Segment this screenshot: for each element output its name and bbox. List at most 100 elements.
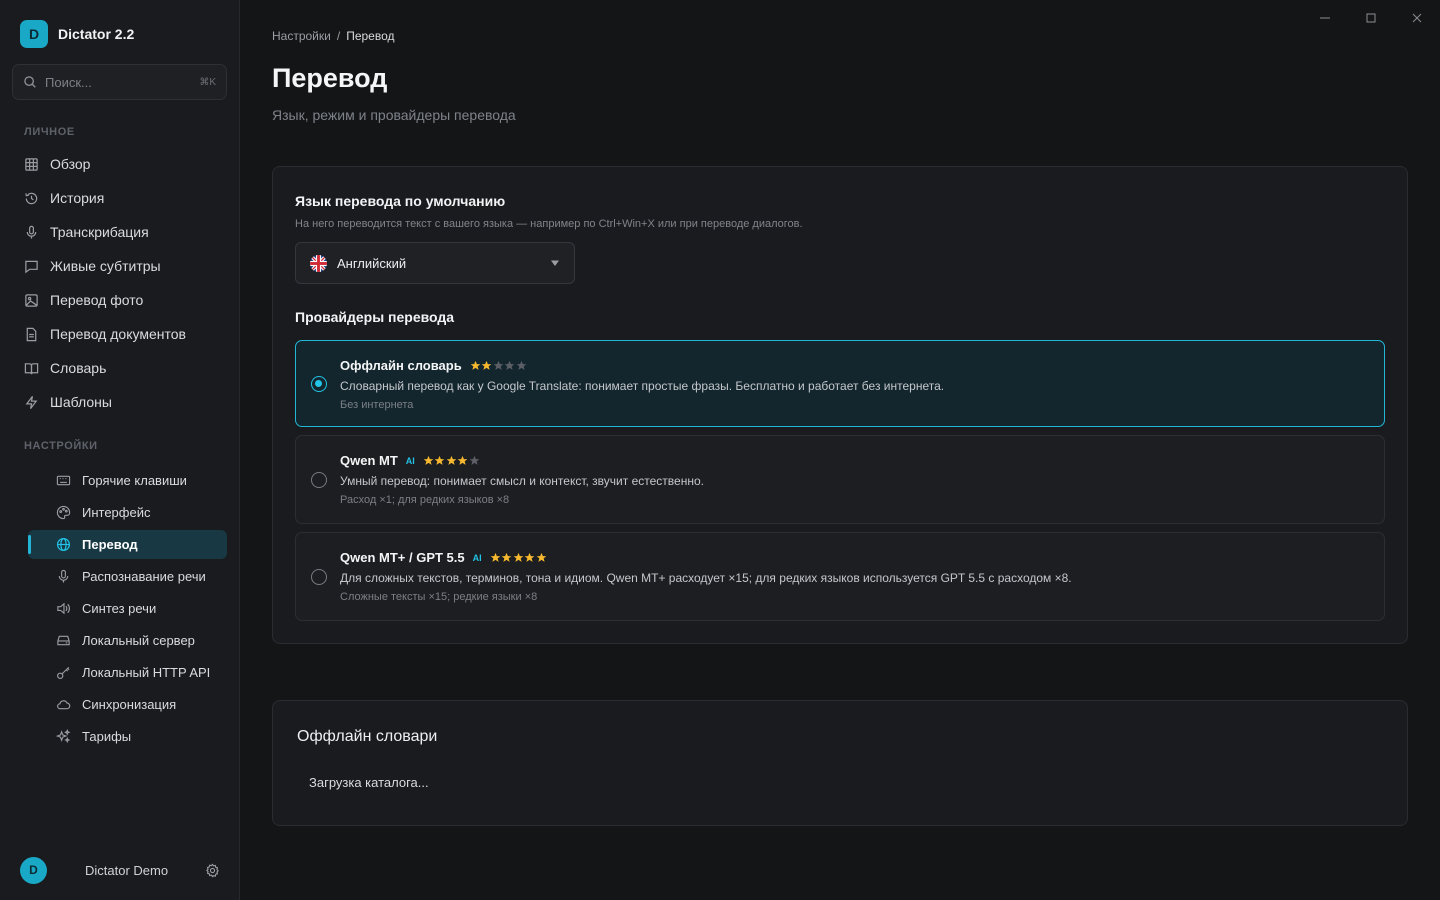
- sidebar-item-label: Перевод документов: [50, 326, 186, 342]
- section-title-settings: НАСТРОЙКИ: [24, 440, 98, 452]
- provider-radio[interactable]: [311, 568, 327, 585]
- sidebar-item-templates[interactable]: Шаблоны: [12, 385, 227, 419]
- provider-description: Умный перевод: понимает смысл и контекст…: [340, 474, 704, 488]
- avatar: D: [20, 856, 47, 884]
- star-filled-icon: [490, 552, 500, 562]
- sidebar-item-document-translation[interactable]: Перевод документов: [12, 317, 227, 351]
- provider-option-offline-dictionary[interactable]: Оффлайн словарь Словарный перевод как у …: [295, 340, 1385, 427]
- close-icon: [1412, 13, 1422, 23]
- breadcrumb-current: Перевод: [346, 29, 395, 43]
- section-title-personal: ЛИЧНОЕ: [24, 126, 75, 138]
- sidebar-item-speech-synthesis[interactable]: Синтез речи: [28, 594, 227, 623]
- sidebar-item-translation[interactable]: Перевод: [28, 530, 227, 559]
- default-language-hint: На него переводится текст с вашего языка…: [295, 218, 803, 230]
- app-logo: D: [20, 20, 48, 48]
- star-filled-icon: [501, 552, 512, 562]
- star-empty-icon: [493, 360, 504, 370]
- sidebar-item-transcription[interactable]: Транскрибация: [12, 215, 227, 249]
- microphone-icon: [26, 225, 37, 239]
- sidebar-item-hotkeys[interactable]: Горячие клавиши: [28, 466, 227, 495]
- sidebar-item-photo-translation[interactable]: Перевод фото: [12, 283, 227, 317]
- star-filled-icon: [524, 552, 535, 562]
- sidebar-item-label: Локальный HTTP API: [82, 665, 211, 680]
- personal-nav: Обзор История Транскрибация Живые субтит…: [12, 147, 227, 419]
- provider-meta: Расход ×1; для редких языков ×8: [340, 494, 510, 506]
- provider-title: Qwen MT: [340, 453, 398, 468]
- palette-icon: [56, 505, 71, 520]
- sidebar-item-local-server[interactable]: Локальный сервер: [28, 626, 227, 655]
- grid-icon: [25, 157, 38, 171]
- brand: D Dictator 2.2: [20, 20, 134, 48]
- sidebar: D Dictator 2.2 Поиск... ⌘K ЛИЧНОЕ Обзор …: [0, 0, 240, 900]
- sidebar-item-label: Синтез речи: [82, 601, 157, 616]
- maximize-button[interactable]: [1361, 10, 1381, 26]
- provider-description: Для сложных текстов, терминов, тона и ид…: [340, 571, 1072, 585]
- book-icon: [24, 362, 39, 374]
- globe-icon: [56, 537, 71, 552]
- user-profile[interactable]: D Dictator Demo: [20, 856, 220, 884]
- search-input[interactable]: Поиск... ⌘K: [12, 64, 227, 100]
- keyboard-icon: [56, 475, 71, 486]
- offline-dictionaries-card: Оффлайн словари Загрузка каталога...: [272, 700, 1408, 826]
- sidebar-item-sync[interactable]: Синхронизация: [28, 690, 227, 719]
- sidebar-item-label: Интерфейс: [82, 505, 151, 520]
- provider-meta: Сложные тексты ×15; редкие языки ×8: [340, 591, 538, 603]
- star-filled-icon: [481, 360, 492, 370]
- search-placeholder: Поиск...: [45, 74, 92, 90]
- sidebar-item-pricing[interactable]: Тарифы: [28, 722, 227, 751]
- provider-option-qwen-mt[interactable]: Qwen MT AI Умный перевод: понимает смысл…: [295, 435, 1385, 524]
- maximize-icon: [1366, 13, 1376, 23]
- star-filled-icon: [470, 360, 481, 370]
- breadcrumb-parent[interactable]: Настройки: [272, 29, 331, 43]
- provider-radio[interactable]: [311, 375, 327, 392]
- sidebar-item-label: Синхронизация: [82, 697, 177, 712]
- sidebar-item-live-subtitles[interactable]: Живые субтитры: [12, 249, 227, 283]
- user-name: Dictator Demo: [85, 862, 169, 878]
- minimize-icon: [1320, 17, 1330, 19]
- provider-meta: Без интернета: [340, 399, 414, 411]
- close-button[interactable]: [1407, 10, 1427, 26]
- sidebar-item-label: Словарь: [50, 360, 107, 376]
- sidebar-item-label: Локальный сервер: [82, 633, 195, 648]
- default-language-select[interactable]: Английский: [295, 242, 575, 284]
- provider-header: Qwen MT AI: [340, 453, 480, 468]
- rating-stars: [490, 552, 548, 563]
- sidebar-item-label: Перевод фото: [50, 292, 144, 308]
- sidebar-item-interface[interactable]: Интерфейс: [28, 498, 227, 527]
- star-filled-icon: [434, 455, 445, 465]
- provider-option-qwen-mt-plus-gpt[interactable]: Qwen MT+ / GPT 5.5 AI Для сложных тексто…: [295, 532, 1385, 621]
- provider-radio[interactable]: [311, 471, 327, 488]
- gear-icon[interactable]: [205, 862, 220, 878]
- ai-badge: AI: [405, 455, 415, 466]
- sidebar-item-dictionary[interactable]: Словарь: [12, 351, 227, 385]
- microphone-icon: [58, 569, 69, 583]
- sidebar-item-local-http-api[interactable]: Локальный HTTP API: [28, 658, 227, 687]
- provider-header: Qwen MT+ / GPT 5.5 AI: [340, 550, 547, 565]
- star-empty-icon: [516, 360, 527, 370]
- sidebar-item-label: Обзор: [50, 156, 91, 172]
- sidebar-item-speech-recognition[interactable]: Распознавание речи: [28, 562, 227, 591]
- sidebar-item-overview[interactable]: Обзор: [12, 147, 227, 181]
- breadcrumb-separator: /: [336, 29, 341, 43]
- speaker-icon: [57, 602, 70, 615]
- default-language-value: Английский: [337, 255, 407, 271]
- key-icon: [57, 666, 70, 679]
- catalog-loading-status: Загрузка каталога...: [309, 775, 429, 790]
- breadcrumb: Настройки / Перевод: [272, 29, 395, 43]
- sidebar-item-label: История: [50, 190, 105, 206]
- provider-description: Словарный перевод как у Google Translate…: [340, 379, 945, 393]
- sidebar-item-history[interactable]: История: [12, 181, 227, 215]
- sidebar-item-label: Перевод: [82, 537, 138, 552]
- provider-title: Qwen MT+ / GPT 5.5: [340, 550, 465, 565]
- minimize-button[interactable]: [1315, 10, 1335, 26]
- chat-icon: [25, 260, 38, 273]
- translation-settings-card: Язык перевода по умолчанию На него перев…: [272, 166, 1408, 644]
- star-empty-icon: [469, 455, 480, 465]
- history-icon: [25, 192, 38, 204]
- search-shortcut: ⌘K: [199, 76, 216, 88]
- star-filled-icon: [423, 455, 434, 465]
- star-empty-icon: [504, 360, 515, 370]
- sidebar-item-label: Горячие клавиши: [82, 473, 187, 488]
- document-icon: [26, 327, 37, 341]
- page-title: Перевод: [272, 63, 388, 93]
